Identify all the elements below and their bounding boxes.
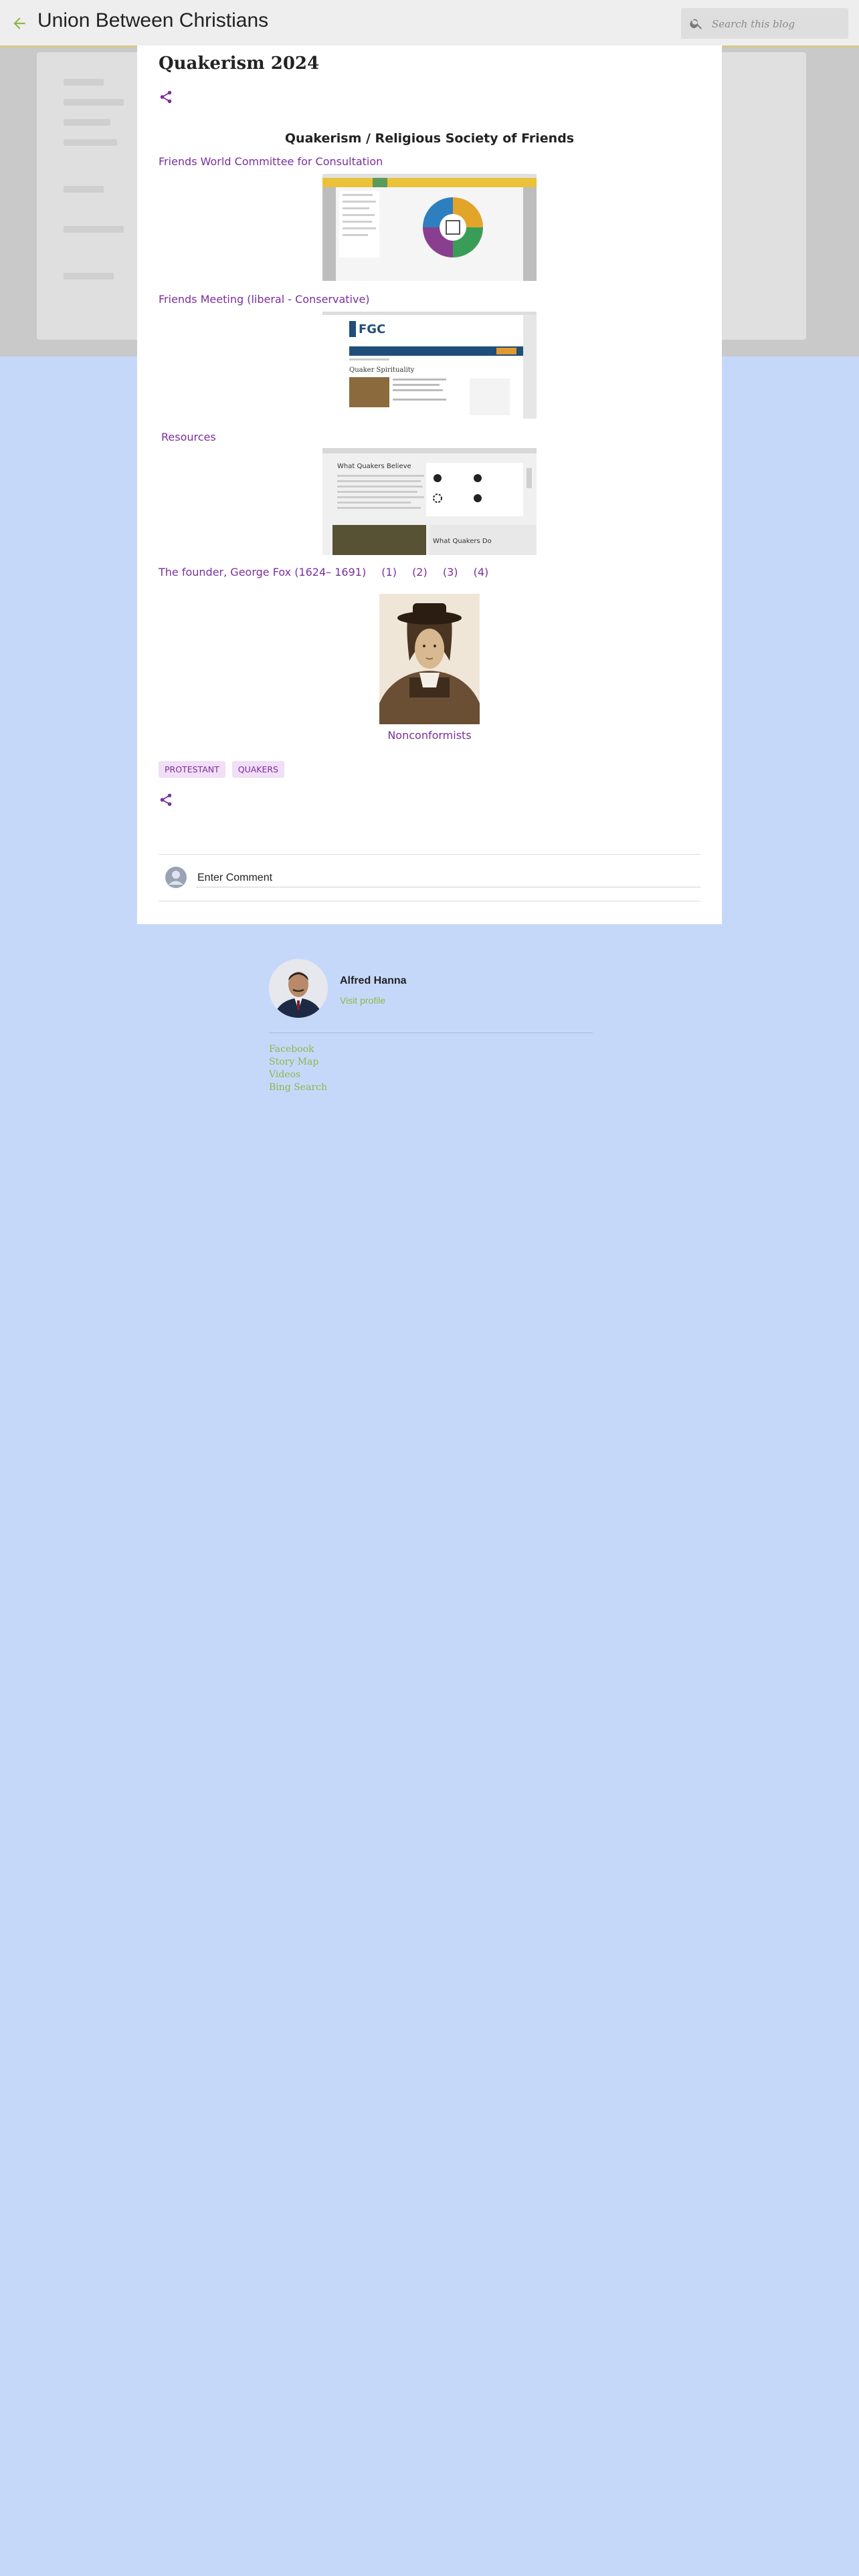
blog-header: Union Between Christians — [0, 0, 859, 45]
search-box[interactable] — [681, 8, 848, 39]
share-icon-bottom[interactable] — [159, 792, 173, 807]
founder-link[interactable]: The founder, George Fox (1624– 1691) — [159, 566, 366, 578]
facebook-link[interactable]: Facebook — [269, 1043, 327, 1056]
george-fox-portrait[interactable] — [376, 594, 483, 771]
visit-profile-link[interactable]: Visit profile — [340, 995, 385, 1006]
resources-heading-text: What Quakers Believe — [337, 463, 411, 470]
videos-link[interactable]: Videos — [269, 1069, 327, 1081]
profile-name: Alfred Hanna — [340, 975, 407, 986]
blog-title[interactable]: Union Between Christians — [37, 9, 268, 32]
profile-links: Facebook Story Map Videos Bing Search — [269, 1043, 327, 1094]
story-map-link[interactable]: Story Map — [269, 1056, 327, 1069]
fwcc-screenshot[interactable] — [322, 174, 537, 281]
fgc-screenshot[interactable]: FGC Quaker Spirituality — [322, 312, 537, 419]
user-avatar-icon — [165, 867, 187, 888]
ref-link-3[interactable]: (3) — [443, 566, 458, 578]
post-labels: PROTESTANT QUAKERS — [159, 761, 284, 778]
post-card: Quakerism 2024 Quakerism / Religious Soc… — [137, 45, 722, 924]
back-arrow-icon[interactable] — [11, 15, 28, 32]
section-heading: Quakerism / Religious Society of Friends — [284, 131, 575, 146]
resources-link[interactable]: Resources — [161, 431, 216, 443]
fwcc-link[interactable]: Friends World Committee for Consultation — [159, 155, 383, 168]
resources-sub-text: What Quakers Do — [433, 538, 492, 545]
bing-search-link[interactable]: Bing Search — [269, 1081, 327, 1094]
comments-divider-top — [159, 854, 700, 855]
share-icon[interactable] — [159, 90, 173, 104]
fgc-heading-text: Quaker Spirituality — [349, 366, 415, 374]
ref-link-2[interactable]: (2) — [412, 566, 427, 578]
ref-link-4[interactable]: (4) — [474, 566, 489, 578]
ref-link-1[interactable]: (1) — [381, 566, 397, 578]
profile-photo[interactable] — [269, 959, 328, 1018]
resources-screenshot[interactable]: What Quakers Believe What Quakers Do — [322, 448, 537, 555]
founder-row: The founder, George Fox (1624– 1691) (1)… — [159, 566, 488, 578]
label-protestant[interactable]: PROTESTANT — [159, 761, 225, 778]
fgc-logo-text: FGC — [359, 322, 385, 336]
friends-meeting-link[interactable]: Friends Meeting (liberal - Conservative) — [159, 293, 370, 306]
comment-input[interactable] — [196, 869, 700, 887]
nonconformists-link[interactable]: Nonconformists — [137, 729, 722, 742]
label-quakers[interactable]: QUAKERS — [231, 761, 284, 778]
post-title: Quakerism 2024 — [159, 53, 320, 74]
search-icon[interactable] — [689, 16, 704, 31]
search-input[interactable] — [710, 13, 844, 35]
